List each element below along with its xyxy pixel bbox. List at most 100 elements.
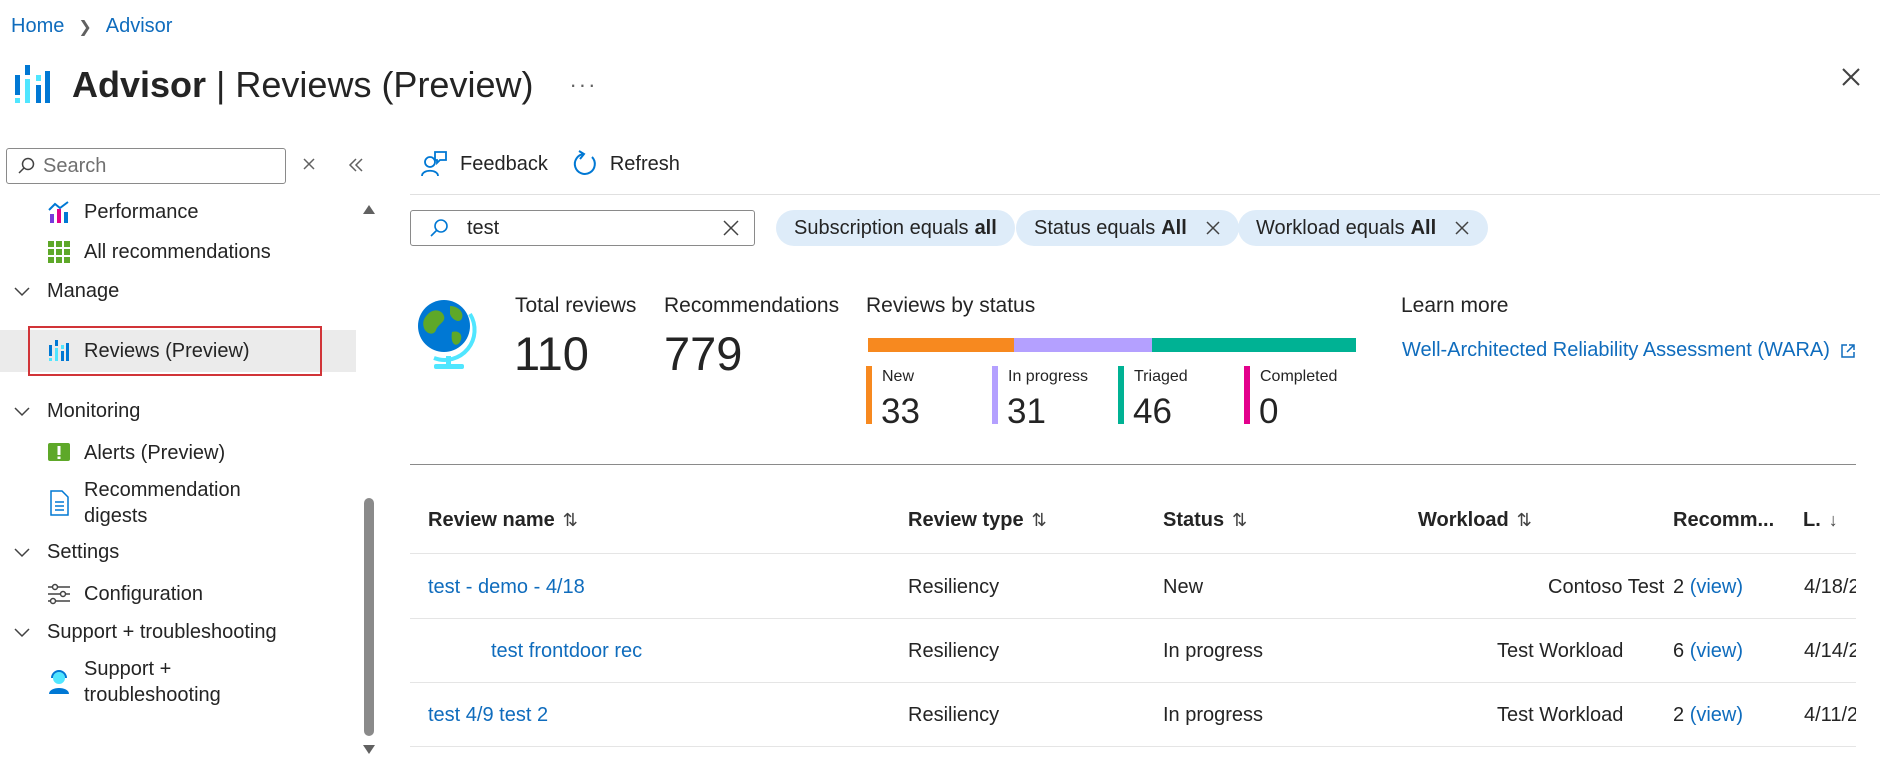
sidebar-item-recommendation-digests[interactable]: Recommendation digests <box>0 476 356 530</box>
view-recommendations-link[interactable]: (view) <box>1690 576 1743 598</box>
review-name-link[interactable]: test frontdoor rec <box>491 640 642 663</box>
refresh-label: Refresh <box>609 152 680 175</box>
external-link-icon <box>1841 343 1855 358</box>
filter-pill-workload[interactable]: Workload equals All <box>1238 210 1489 246</box>
page-title: Advisor <box>72 64 207 105</box>
grid-icon <box>46 239 72 265</box>
pill-label: Status equals <box>1034 216 1156 239</box>
column-header-label: Review type <box>908 509 1024 531</box>
search-value: test <box>467 216 500 239</box>
clear-icon[interactable] <box>722 219 740 237</box>
performance-icon <box>46 199 72 225</box>
sidebar-item-label-wrap: Support + troubleshooting <box>84 656 221 708</box>
review-name-link[interactable]: test - demo - 4/18 <box>428 576 585 599</box>
review-search-input[interactable]: test <box>410 210 755 246</box>
sidebar-search-placeholder: Search <box>43 154 107 177</box>
table-header-divider <box>410 553 1856 554</box>
chevron-down-icon <box>14 407 30 417</box>
remove-filter-icon[interactable] <box>1454 220 1470 236</box>
status-color-bar <box>866 366 872 424</box>
last-updated-cell: 4/11/2 <box>1804 704 1859 726</box>
status-label: Triaged <box>1134 368 1188 385</box>
sidebar-scrollbar-thumb[interactable] <box>364 498 374 736</box>
review-name-link[interactable]: test 4/9 test 2 <box>428 704 548 727</box>
wara-link[interactable]: Well-Architected Reliability Assessment … <box>1402 339 1856 362</box>
sidebar-group-label: Settings <box>47 540 120 563</box>
column-header-workload[interactable]: Workload ⇅ <box>1418 509 1532 532</box>
sidebar-group-manage[interactable]: Manage <box>0 271 356 311</box>
sidebar-group-monitoring[interactable]: Monitoring <box>0 391 356 431</box>
status-distribution-bar <box>868 338 1356 352</box>
workload-cell: Test Workload <box>1497 704 1624 726</box>
sidebar: Search Performance All recommendations M… <box>0 140 380 766</box>
filter-pill-status[interactable]: Status equals All <box>1016 210 1239 246</box>
sidebar-search-input[interactable]: Search <box>6 148 286 184</box>
remove-filter-icon[interactable] <box>1205 220 1221 236</box>
rec-count-cell: 2 (view) <box>1673 704 1743 727</box>
chevron-right-icon: ❯ <box>78 18 92 36</box>
table-clip-mask <box>1856 490 1880 766</box>
sidebar-item-label-line2: digests <box>84 505 148 527</box>
chevron-down-icon <box>14 628 30 638</box>
scroll-down-arrow-icon[interactable] <box>362 743 376 757</box>
total-reviews-value: 110 <box>514 327 589 380</box>
pill-value: All <box>1410 216 1437 239</box>
sidebar-group-support[interactable]: Support + troubleshooting <box>0 612 356 652</box>
sidebar-group-label: Support + troubleshooting <box>47 620 277 643</box>
column-header-review-type[interactable]: Review type ⇅ <box>908 509 1047 532</box>
column-header-status[interactable]: Status ⇅ <box>1163 509 1247 532</box>
close-icon[interactable] <box>1836 62 1866 92</box>
review-type-cell: Resiliency <box>908 576 1000 598</box>
rec-count: 2 <box>1673 704 1685 726</box>
status-completed: Completed 0 <box>1244 366 1354 431</box>
sort-icon: ⇅ <box>1031 510 1047 530</box>
sidebar-item-alerts[interactable]: Alerts (Preview) <box>0 432 356 474</box>
sidebar-group-settings[interactable]: Settings <box>0 532 356 572</box>
sidebar-item-support-troubleshooting[interactable]: Support + troubleshooting <box>0 655 356 709</box>
sidebar-item-label: Recommendation <box>84 479 241 501</box>
breadcrumb-home-link[interactable]: Home <box>11 15 64 38</box>
breadcrumb-advisor-link[interactable]: Advisor <box>106 15 173 38</box>
support-icon <box>46 669 72 695</box>
sidebar-item-configuration[interactable]: Configuration <box>0 573 356 615</box>
wara-link-text: Well-Architected Reliability Assessment … <box>1402 339 1830 361</box>
column-header-review-name[interactable]: Review name ⇅ <box>428 509 578 532</box>
reviews-by-status-label: Reviews by status <box>866 294 1036 317</box>
column-header-last-updated[interactable]: L. ↓ <box>1803 509 1838 532</box>
status-bar-segment-in-progress <box>1014 338 1152 352</box>
sliders-icon <box>46 581 72 607</box>
collapse-sidebar-icon[interactable] <box>346 155 366 175</box>
filter-pill-subscription[interactable]: Subscription equals all <box>776 210 1015 246</box>
status-cell: In progress <box>1163 704 1264 726</box>
recommendations-label: Recommendations <box>664 294 840 317</box>
status-count: 33 <box>881 392 920 431</box>
scroll-up-arrow-icon[interactable] <box>362 202 376 216</box>
pill-value: all <box>974 216 997 239</box>
sort-icon: ⇅ <box>1516 510 1532 530</box>
sidebar-item-performance[interactable]: Performance <box>0 192 356 232</box>
view-recommendations-link[interactable]: (view) <box>1690 704 1743 726</box>
workload-cell: Test Workload <box>1497 640 1624 662</box>
sidebar-item-reviews[interactable]: Reviews (Preview) <box>0 330 356 372</box>
toolbar-divider <box>410 194 1880 195</box>
search-icon <box>430 219 448 237</box>
status-triaged: Triaged 46 <box>1118 366 1228 431</box>
sidebar-item-all-recommendations[interactable]: All recommendations <box>0 232 356 272</box>
status-count: 31 <box>1007 392 1046 431</box>
refresh-button[interactable]: Refresh <box>570 150 680 178</box>
workload-cell: Contoso Test <box>1548 576 1665 598</box>
status-label: In progress <box>1008 368 1089 385</box>
sidebar-item-label: Alerts (Preview) <box>84 441 226 464</box>
sidebar-item-label: Configuration <box>84 582 203 605</box>
table-row-divider <box>410 618 1856 619</box>
clear-search-icon[interactable] <box>300 155 318 173</box>
status-in-progress: In progress 31 <box>992 366 1102 431</box>
rec-count-cell: 2 (view) <box>1673 576 1743 599</box>
chevron-down-icon <box>14 287 30 297</box>
view-recommendations-link[interactable]: (view) <box>1690 640 1743 662</box>
refresh-icon <box>573 150 596 175</box>
feedback-button[interactable]: Feedback <box>420 150 548 178</box>
more-options-button[interactable]: ··· <box>569 72 597 98</box>
recommendations-value: 779 <box>664 327 743 380</box>
column-header-recommendations[interactable]: Recomm... <box>1673 509 1774 532</box>
